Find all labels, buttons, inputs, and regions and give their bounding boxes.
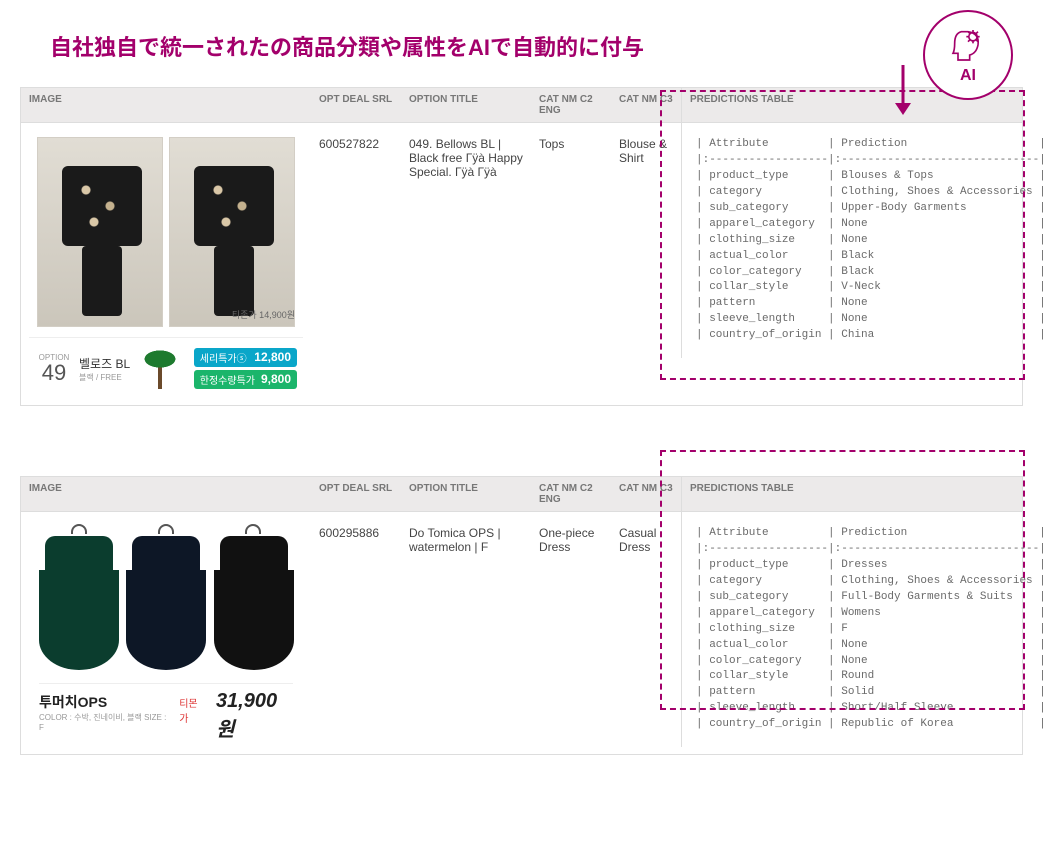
panel-header: IMAGE OPT DEAL SRL OPTION TITLE CAT NM C…: [21, 88, 1022, 123]
ai-badge: AI: [923, 10, 1013, 100]
promo-strip: OPTION 49 벨로즈 BL 블랙 / FREE 세리특가ⓢ12,800 한…: [29, 337, 303, 399]
ai-badge-label: AI: [960, 67, 976, 85]
panel-header: IMAGE OPT DEAL SRL OPTION TITLE CAT NM C…: [21, 477, 1022, 512]
col-header-c3: CAT NM C3: [611, 88, 681, 122]
caption-price-label: 티몬가: [179, 695, 206, 725]
product-thumb: [212, 526, 295, 676]
product-image-cell: 티존가 14,900원 OPTION 49 벨로즈 BL 블랙 / FREE 세…: [21, 123, 311, 405]
palm-tree-icon: [136, 345, 184, 393]
product-thumb: [124, 526, 207, 676]
product-thumb: [37, 526, 120, 676]
promo-name: 벨로즈 BL: [79, 355, 130, 372]
promo-sub: 블랙 / FREE: [79, 372, 130, 383]
col-header-srl: OPT DEAL SRL: [311, 88, 401, 122]
cat-c2: Tops: [531, 123, 611, 157]
caption-sub: COLOR : 수박, 진네이비, 블랙 SIZE : F: [39, 712, 169, 732]
predictions-cell: | Attribute | Prediction | |:-----------…: [681, 512, 1043, 747]
result-panel-2: IMAGE OPT DEAL SRL OPTION TITLE CAT NM C…: [20, 476, 1023, 755]
cat-c3: Blouse & Shirt: [611, 123, 681, 171]
arrow-down-icon: [893, 65, 913, 122]
headline: 自社独自で統一されたの商品分類や属性をAIで自動的に付与: [50, 30, 1023, 62]
col-header-c3: CAT NM C3: [611, 477, 681, 511]
option-title: 049. Bellows BL | Black free Гÿà Happy S…: [401, 123, 531, 185]
cat-c2: One-piece Dress: [531, 512, 611, 560]
cat-c3: Casual Dress: [611, 512, 681, 560]
col-header-image: IMAGE: [21, 88, 311, 122]
col-header-title: OPTION TITLE: [401, 88, 531, 122]
ai-head-gear-icon: [948, 25, 988, 65]
col-header-title: OPTION TITLE: [401, 477, 531, 511]
opt-deal-srl: 600527822: [311, 123, 401, 157]
result-panel-1: IMAGE OPT DEAL SRL OPTION TITLE CAT NM C…: [20, 87, 1023, 406]
option-title: Do Tomica OPS | watermelon | F: [401, 512, 531, 560]
price-pill: 한정수량특가9,800: [194, 370, 297, 389]
predictions-table: | Attribute | Prediction | |:-----------…: [690, 129, 1043, 352]
product-image-cell: 투머치OPS COLOR : 수박, 진네이비, 블랙 SIZE : F 티몬가…: [21, 512, 311, 754]
col-header-image: IMAGE: [21, 477, 311, 511]
price-pill: 세리특가ⓢ12,800: [194, 348, 297, 367]
col-header-srl: OPT DEAL SRL: [311, 477, 401, 511]
col-header-c2: CAT NM C2 ENG: [531, 477, 611, 511]
promo-index: OPTION 49: [35, 354, 73, 384]
col-header-pred: PREDICTIONS TABLE: [681, 477, 1022, 511]
tiny-price: 티존가 14,900원: [232, 308, 295, 321]
col-header-c2: CAT NM C2 ENG: [531, 88, 611, 122]
predictions-table: | Attribute | Prediction | |:-----------…: [690, 518, 1043, 741]
product-thumb: [169, 137, 295, 327]
product-thumb: [37, 137, 163, 327]
predictions-cell: | Attribute | Prediction | |:-----------…: [681, 123, 1043, 358]
caption-name: 투머치OPS: [39, 692, 169, 712]
opt-deal-srl: 600295886: [311, 512, 401, 546]
caption-price: 31,900원: [216, 690, 293, 742]
